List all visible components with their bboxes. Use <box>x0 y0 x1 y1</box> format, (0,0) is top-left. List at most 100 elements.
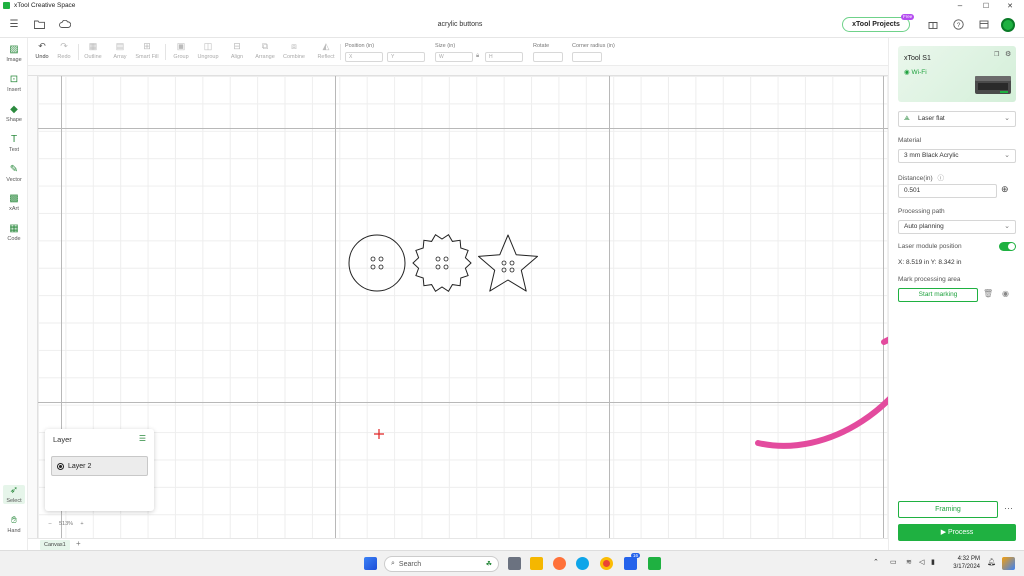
windows-start-icon[interactable] <box>364 557 377 570</box>
group-icon: ▣ <box>176 41 186 51</box>
vector-tool[interactable]: ✎ Vector <box>0 164 28 183</box>
smart-fill-icon: ⊞ <box>143 41 151 51</box>
size-w-input[interactable]: W <box>435 52 473 62</box>
xtool-app-icon[interactable] <box>648 557 661 570</box>
text-tool[interactable]: T Text <box>0 134 28 153</box>
laser-module-toggle[interactable] <box>999 242 1016 251</box>
battery-icon[interactable]: ▮ <box>931 558 935 566</box>
left-tool-panel: ▨ Image ⊡ Insert ◆ Shape T Text ✎ Vector… <box>0 38 28 550</box>
add-canvas-button[interactable]: + <box>76 539 81 548</box>
position-y-input[interactable]: Y <box>387 52 425 62</box>
device-card[interactable]: xTool S1 ◉ Wi-Fi ❐ ⚙︎ <box>898 46 1016 102</box>
arrange-icon: ⧉ <box>261 41 269 51</box>
search-label: Search <box>398 560 422 568</box>
lock-ratio-icon[interactable]: 🔒︎ <box>476 53 479 60</box>
insert-tool[interactable]: ⊡ Insert <box>0 74 28 93</box>
smart-fill-button[interactable]: ⊞ Smart Fill <box>135 41 159 60</box>
info-icon[interactable]: ⓘ <box>938 175 945 182</box>
align-button[interactable]: ⊟ Align <box>225 41 249 60</box>
edge-icon[interactable] <box>576 557 589 570</box>
framing-button[interactable]: Framing <box>898 501 998 518</box>
speaker-icon[interactable]: ◁ <box>919 558 924 566</box>
copilot-icon[interactable] <box>1002 557 1015 570</box>
taskbar-search[interactable]: ⌕ Search ☘ <box>384 556 499 572</box>
help-icon[interactable]: ? <box>951 17 965 31</box>
code-tool[interactable]: ▦ Code <box>0 223 28 242</box>
text-icon: T <box>10 134 18 145</box>
smart-fill-label: Smart Fill <box>135 54 159 60</box>
eye-icon[interactable]: ◉ <box>1002 289 1009 298</box>
xart-icon: ▩ <box>9 193 19 204</box>
task-view-icon[interactable] <box>508 557 521 570</box>
gear-button-shape[interactable] <box>412 233 472 293</box>
xtool-projects-button[interactable]: xTool Projects <box>842 17 910 32</box>
array-button[interactable]: ▤ Array <box>108 41 132 60</box>
combine-button[interactable]: ⧈ Combine <box>282 41 306 60</box>
crosshair-measure-icon[interactable]: ⊕ <box>1001 184 1009 195</box>
gift-icon[interactable] <box>926 17 940 31</box>
trash-icon[interactable]: 🗑︎ <box>983 289 993 298</box>
ungroup-button[interactable]: ◫ Ungroup <box>196 41 220 60</box>
corner-radius-input[interactable] <box>572 52 602 62</box>
firefox-icon[interactable] <box>553 557 566 570</box>
title-bar: xTool Creative Space – ☐ ✕ <box>0 0 1024 11</box>
group-button[interactable]: ▣ Group <box>169 41 193 60</box>
processing-path-select[interactable]: Auto planning ⌄ <box>898 220 1016 234</box>
shape-tool[interactable]: ◆ Shape <box>0 104 28 123</box>
processing-mode-select[interactable]: ⟁ Laser flat ⌄ <box>898 111 1016 127</box>
bell-icon[interactable]: 🔔︎ <box>987 558 996 566</box>
xart-tool[interactable]: ▩ xArt <box>0 193 28 212</box>
process-button[interactable]: ▶ Process <box>898 524 1016 541</box>
windows-taskbar: ⌕ Search ☘ 16 ⌃ ▭ ≋ ◁ ▮ 4:32 PM 3/17/202… <box>0 550 1024 576</box>
image-tool[interactable]: ▨ Image <box>0 44 28 63</box>
group-label: Group <box>173 54 189 60</box>
minimize-button[interactable]: – <box>948 0 972 11</box>
star-button-shape[interactable] <box>478 234 538 292</box>
chevron-up-icon[interactable]: ⌃ <box>873 558 879 566</box>
undo-button[interactable]: ↶ Undo <box>30 41 54 60</box>
file-explorer-icon[interactable] <box>530 557 543 570</box>
layer-item[interactable]: Layer 2 <box>51 456 148 476</box>
layer-radio[interactable] <box>57 462 64 470</box>
distance-input[interactable]: 0.501 <box>898 184 997 198</box>
close-button[interactable]: ✕ <box>998 0 1022 11</box>
store-app-icon[interactable] <box>624 557 637 570</box>
zoom-out-button[interactable]: – <box>44 521 56 527</box>
divider <box>165 44 166 60</box>
play-icon: ▶ <box>940 529 949 536</box>
select-tool[interactable]: ➶ Select <box>3 485 25 504</box>
reflect-button[interactable]: ◭ Reflect <box>314 41 338 60</box>
gear-icon[interactable]: ⚙︎ <box>1005 50 1011 58</box>
document-title[interactable]: acrylic buttons <box>0 21 920 28</box>
size-h-input[interactable]: H <box>485 52 523 62</box>
copy-icon[interactable]: ❐ <box>994 51 999 58</box>
maximize-button[interactable]: ☐ <box>974 0 998 11</box>
arrange-label: Arrange <box>255 54 275 60</box>
zoom-in-button[interactable]: + <box>76 521 88 527</box>
more-options-button[interactable]: ··· <box>1001 501 1016 518</box>
chrome-icon[interactable] <box>600 557 613 570</box>
outline-button[interactable]: ▦ Outline <box>81 41 105 60</box>
rotate-input[interactable] <box>533 52 563 62</box>
annotation-arrow <box>755 336 888 449</box>
clock[interactable]: 4:32 PM 3/17/2024 <box>940 555 980 571</box>
material-select[interactable]: 3 mm Black Acrylic ⌄ <box>898 149 1016 163</box>
round-button-shape[interactable] <box>348 234 406 292</box>
align-icon: ⊟ <box>233 41 241 51</box>
layer-settings-icon[interactable]: ☰ <box>139 434 146 443</box>
image-tool-label: Image <box>6 57 22 63</box>
clock-time: 4:32 PM <box>957 556 980 562</box>
laptop-icon[interactable]: ▭ <box>890 558 897 566</box>
user-avatar[interactable] <box>1001 18 1015 32</box>
start-marking-button[interactable]: Start marking <box>898 288 978 302</box>
wifi-tray-icon[interactable]: ≋ <box>906 558 912 566</box>
canvas-tab[interactable]: Canvas1 <box>40 540 70 550</box>
design-canvas[interactable] <box>28 66 888 538</box>
zoom-value[interactable]: 513% <box>56 521 76 527</box>
arrange-button[interactable]: ⧉ Arrange <box>253 41 277 60</box>
redo-button[interactable]: ↷ Redo <box>52 41 76 60</box>
hand-tool[interactable]: ✋︎ Hand <box>0 515 28 534</box>
shape-icon: ◆ <box>10 104 18 115</box>
store-icon[interactable] <box>977 17 991 31</box>
position-x-input[interactable]: X <box>345 52 383 62</box>
